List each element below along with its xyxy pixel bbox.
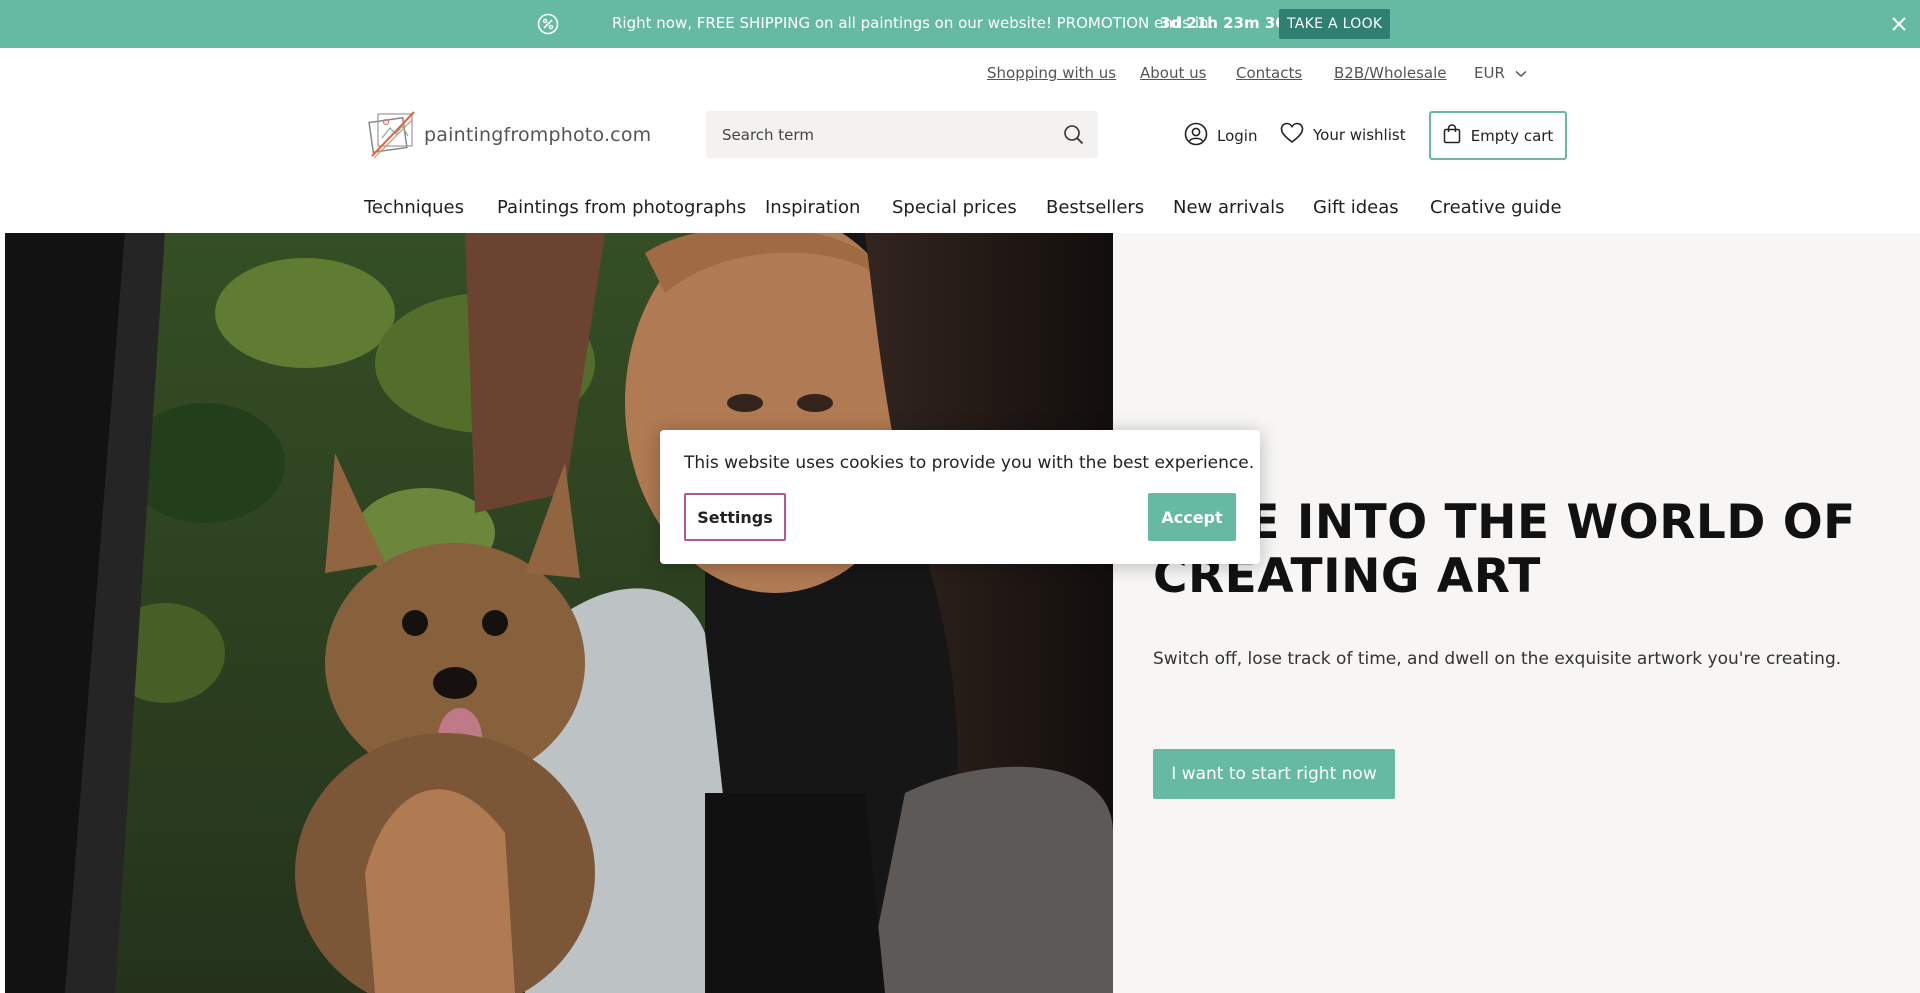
b2b-wholesale-link[interactable]: B2B/Wholesale (1334, 64, 1447, 82)
nav-item-inspiration[interactable]: Inspiration (765, 197, 860, 218)
cookie-settings-button[interactable]: Settings (684, 493, 786, 541)
nav-item-new-arrivals[interactable]: New arrivals (1173, 197, 1285, 218)
nav-item-paintings-from-photographs[interactable]: Paintings from photographs (497, 197, 746, 218)
hero-subtitle: Switch off, lose track of time, and dwel… (1153, 649, 1842, 669)
currency-selector[interactable]: EUR (1474, 64, 1527, 82)
promo-bar: Right now, FREE SHIPPING on all painting… (0, 0, 1920, 48)
cookie-dialog: This website uses cookies to provide you… (660, 430, 1260, 564)
nav-item-gift-ideas[interactable]: Gift ideas (1313, 197, 1399, 218)
nav-item-special-prices[interactable]: Special prices (892, 197, 1017, 218)
search-icon[interactable] (1063, 124, 1084, 145)
nav-item-techniques[interactable]: Techniques (364, 197, 464, 218)
hero-panel (1113, 233, 1920, 993)
start-now-button[interactable]: I want to start right now (1153, 749, 1395, 799)
chevron-down-icon (1515, 64, 1527, 82)
search-box (706, 111, 1098, 158)
take-a-look-button[interactable]: TAKE A LOOK (1279, 9, 1391, 39)
wishlist-link[interactable]: Your wishlist (1280, 122, 1406, 148)
cookie-message: This website uses cookies to provide you… (684, 453, 1255, 473)
logo-icon (368, 106, 418, 164)
logo-text: paintingfromphoto.com (424, 124, 652, 146)
promo-countdown: 3d 21h 23m 30s (1160, 14, 1295, 32)
cart-button[interactable]: Empty cart (1429, 111, 1567, 160)
login-link[interactable]: Login (1184, 122, 1257, 150)
login-label: Login (1217, 127, 1258, 145)
close-icon[interactable] (1889, 14, 1909, 34)
search-input[interactable] (722, 111, 1042, 158)
discount-icon (537, 13, 559, 35)
hero-title: DIVE INTO THE WORLD OF CREATING ART (1153, 495, 1856, 604)
wishlist-label: Your wishlist (1313, 126, 1406, 144)
site-logo[interactable]: paintingfromphoto.com (368, 106, 651, 164)
nav-item-creative-guide[interactable]: Creative guide (1430, 197, 1562, 218)
promo-text: Right now, FREE SHIPPING on all painting… (612, 14, 1214, 32)
about-us-link[interactable]: About us (1140, 64, 1206, 82)
cookie-accept-button[interactable]: Accept (1148, 493, 1236, 541)
contacts-link[interactable]: Contacts (1236, 64, 1302, 82)
shopping-bag-icon (1443, 123, 1461, 148)
heart-icon (1280, 122, 1304, 148)
shopping-with-us-link[interactable]: Shopping with us (987, 64, 1116, 82)
nav-item-bestsellers[interactable]: Bestsellers (1046, 197, 1144, 218)
hero-image (5, 233, 1113, 993)
cart-label: Empty cart (1470, 126, 1554, 145)
user-icon (1184, 122, 1208, 150)
currency-label: EUR (1474, 64, 1505, 82)
